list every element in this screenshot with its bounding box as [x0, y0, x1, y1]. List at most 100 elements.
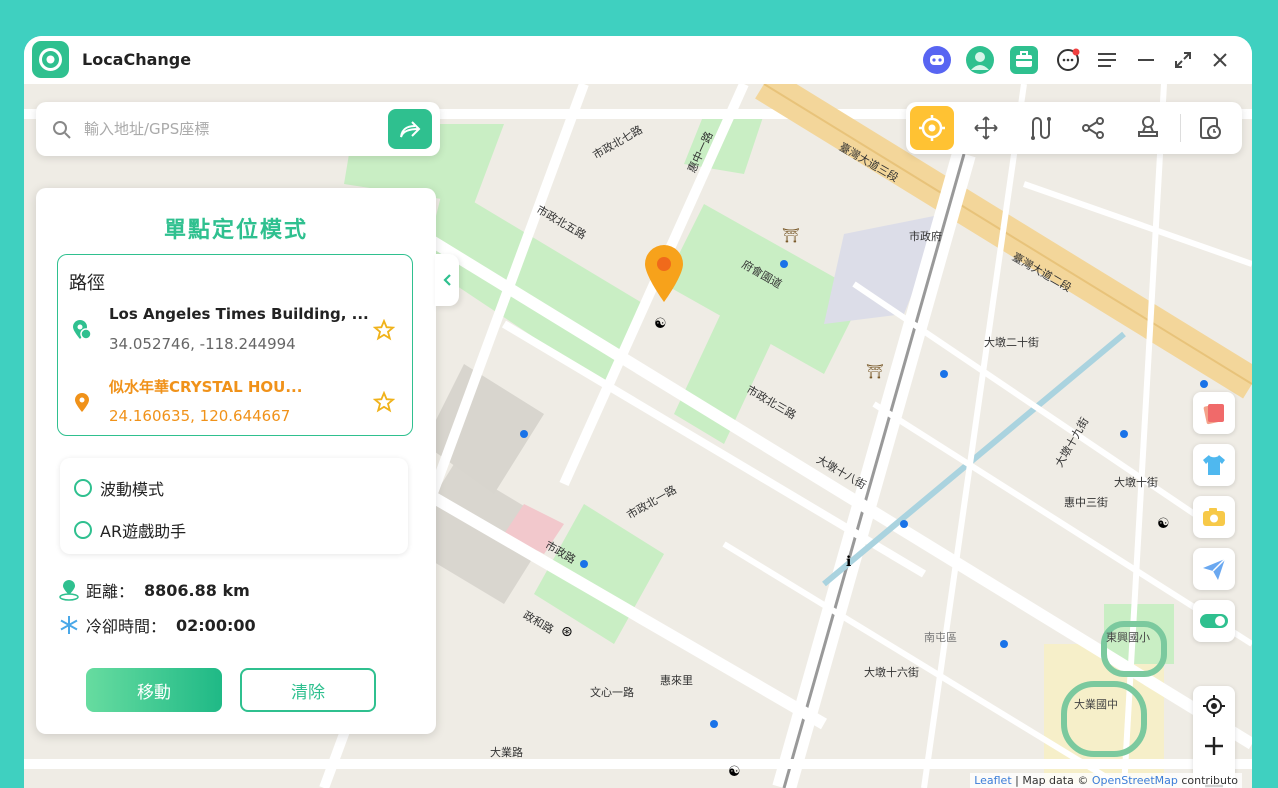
cooldown-value: 02:00:00	[176, 615, 256, 635]
attribution-contrib: contributo	[1177, 774, 1238, 787]
street-label: 大業路	[490, 746, 523, 759]
location-panel: 單點定位模式 路徑 Los Angeles Times Building, ..…	[36, 188, 436, 734]
outfit-button[interactable]	[1193, 444, 1235, 486]
distance-label: 距離：	[86, 582, 135, 601]
clear-button[interactable]: 清除	[240, 668, 376, 712]
government-icon: ⛩	[782, 228, 800, 244]
minimize-icon[interactable]	[1130, 44, 1162, 76]
street-label: 東興國小	[1106, 631, 1150, 644]
destination-marker-icon	[75, 393, 89, 412]
tshirt-icon	[1203, 455, 1225, 475]
close-icon[interactable]	[1204, 44, 1236, 76]
camera-icon	[1203, 508, 1225, 526]
history-clock-icon	[1200, 117, 1221, 139]
teleport-mode-button[interactable]	[910, 106, 954, 150]
search-go-button[interactable]	[388, 109, 432, 149]
cards-icon	[1203, 403, 1224, 425]
cards-button[interactable]	[1193, 392, 1235, 434]
nodes-icon	[1082, 117, 1104, 139]
stamp-icon	[1138, 116, 1158, 137]
stamp-mode-button[interactable]	[1126, 106, 1170, 150]
move-arrows-icon	[974, 116, 998, 140]
radio-button[interactable]	[74, 521, 92, 539]
ar-assistant-label: AR遊戲助手	[100, 522, 187, 541]
app-title: LocaChange	[82, 50, 192, 69]
street-label: 市政府	[909, 230, 942, 243]
government-icon: ⛩	[866, 364, 884, 380]
title-bar: LocaChange	[24, 36, 1252, 84]
maximize-icon[interactable]	[1167, 44, 1199, 76]
paper-plane-icon	[1203, 558, 1226, 580]
map-view[interactable]: 臺灣大道三段 臺灣大道二段 市政北七路 惠中一路 市政北五路 府會園道 市政北三…	[24, 84, 1252, 788]
destination-coord: 24.160635, 120.644667	[109, 407, 291, 425]
toggle-icon	[1200, 614, 1228, 628]
temple-icon: ☯	[1157, 516, 1170, 532]
discord-icon[interactable]	[921, 44, 953, 76]
divider	[1180, 114, 1181, 142]
landmark-icon: ⊛	[561, 624, 573, 640]
info-icon: ℹ	[846, 554, 852, 570]
street-label: 大墩十街	[1114, 476, 1158, 489]
destination-name: 似水年華CRYSTAL HOU...	[109, 378, 303, 396]
route-box: 路徑 Los Angeles Times Building, ... 34.05…	[57, 254, 413, 436]
route-icon	[1031, 117, 1051, 140]
photo-button[interactable]	[1193, 496, 1235, 538]
toolbox-icon[interactable]	[1008, 44, 1040, 76]
chevron-left-icon	[443, 274, 451, 286]
search-icon	[53, 121, 71, 139]
cooldown-label: 冷卻時間：	[86, 617, 167, 636]
destination-pin-icon[interactable]	[643, 244, 685, 304]
osm-link[interactable]: OpenStreetMap	[1092, 774, 1178, 787]
toggle-button[interactable]	[1193, 600, 1235, 642]
street-label: 大業國中	[1074, 698, 1118, 711]
menu-icon[interactable]	[1092, 44, 1124, 76]
joystick-mode-button[interactable]	[964, 106, 1008, 150]
move-button[interactable]: 移動	[86, 668, 222, 712]
street-label: 惠來里	[660, 674, 693, 687]
street-label: 惠中三街	[1064, 496, 1108, 509]
two-spot-mode-button[interactable]	[1018, 106, 1062, 150]
distance-stat: 距離： 8806.88 km	[58, 578, 250, 602]
wave-mode-label: 波動模式	[100, 480, 165, 499]
app-window: LocaChange 臺灣大道三段 臺灣大道二段 市政北七路 惠中一路 市政北五…	[24, 36, 1252, 788]
ar-assistant-option[interactable]: AR遊戲助手	[74, 518, 186, 542]
locate-me-button[interactable]	[1193, 686, 1235, 726]
temple-icon: ☯	[728, 764, 741, 780]
send-location-button[interactable]	[1193, 548, 1235, 590]
favorite-star-icon[interactable]	[373, 391, 395, 413]
attribution-text: | Map data ©	[1011, 774, 1092, 787]
options-box: 波動模式 AR遊戲助手	[60, 458, 408, 554]
street-label: 文心一路	[590, 686, 634, 699]
search-bar	[36, 102, 440, 156]
cooldown-stat: 冷卻時間： 02:00:00	[58, 613, 256, 637]
street-label: 大墩二十街	[984, 336, 1039, 349]
snowflake-icon	[60, 616, 78, 634]
distance-value: 8806.88 km	[144, 580, 250, 600]
radio-button[interactable]	[74, 479, 92, 497]
user-avatar-icon[interactable]	[964, 44, 996, 76]
street-label: 南屯區	[924, 631, 957, 644]
plus-icon	[1205, 737, 1223, 755]
route-label: 路徑	[69, 273, 105, 294]
collapse-panel-button[interactable]	[435, 254, 459, 306]
origin-coord: 34.052746, -118.244994	[109, 335, 296, 353]
crosshair-icon	[919, 115, 945, 141]
mode-toolbar	[906, 102, 1242, 154]
search-input[interactable]	[84, 116, 374, 142]
chat-feedback-icon[interactable]	[1052, 44, 1084, 76]
history-button[interactable]	[1188, 106, 1232, 150]
current-location-icon	[73, 320, 92, 340]
multi-spot-mode-button[interactable]	[1072, 106, 1116, 150]
zoom-in-button[interactable]	[1193, 726, 1235, 766]
temple-icon: ☯	[654, 316, 667, 332]
distance-icon	[59, 580, 79, 601]
map-attribution: Leaflet | Map data © OpenStreetMap contr…	[970, 773, 1242, 788]
share-arrow-icon	[400, 121, 421, 138]
origin-name: Los Angeles Times Building, ...	[109, 305, 369, 323]
leaflet-link[interactable]: Leaflet	[974, 774, 1011, 787]
street-label: 大墩十六街	[864, 666, 919, 679]
wave-mode-option[interactable]: 波動模式	[74, 476, 164, 500]
app-logo	[32, 41, 69, 78]
favorite-star-icon[interactable]	[373, 319, 395, 341]
locate-icon	[1203, 695, 1225, 717]
